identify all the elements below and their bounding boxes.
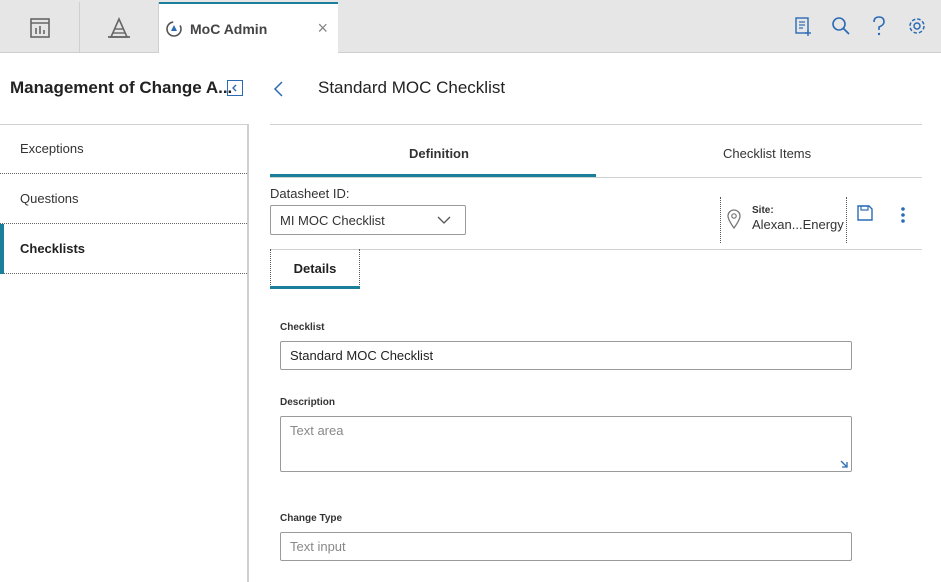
moc-admin-icon — [166, 21, 182, 37]
tab-label: MoC Admin — [190, 21, 268, 37]
active-tab-indicator — [270, 286, 360, 289]
nav-item-label: Checklists — [20, 241, 86, 256]
hierarchy-tab[interactable] — [79, 2, 159, 53]
checklist-label: Checklist — [280, 322, 325, 333]
top-bar: MoC Admin × — [0, 0, 941, 54]
hierarchy-icon — [107, 16, 130, 38]
search-icon[interactable] — [831, 14, 851, 38]
description-label: Description — [280, 397, 336, 408]
change-type-field[interactable]: Text input — [280, 532, 852, 561]
chevron-left-icon — [232, 84, 237, 92]
change-type-placeholder: Text input — [290, 539, 346, 554]
resize-handle-icon[interactable] — [839, 459, 849, 469]
site-label: Site: — [752, 205, 774, 216]
left-nav: Exceptions Questions Checklists — [0, 124, 249, 582]
collapse-panel-button[interactable] — [227, 80, 243, 96]
dashboard-icon — [29, 17, 50, 38]
checklist-value: Standard MOC Checklist — [290, 348, 434, 363]
datasheet-select[interactable]: MI MOC Checklist — [270, 205, 466, 235]
close-icon[interactable]: × — [317, 19, 328, 37]
tab-details[interactable]: Details — [270, 249, 360, 289]
description-field[interactable]: Text area — [280, 416, 852, 472]
nav-item-label: Exceptions — [20, 141, 84, 156]
tab-definition[interactable]: Definition — [409, 146, 469, 161]
change-type-label: Change Type — [280, 513, 343, 524]
tab-checklist-items[interactable]: Checklist Items — [723, 146, 811, 161]
location-pin-icon — [727, 209, 741, 229]
tab-moc-admin[interactable]: MoC Admin × — [159, 2, 338, 54]
datasheet-value: MI MOC Checklist — [280, 212, 385, 228]
nav-item-questions[interactable]: Questions — [0, 174, 247, 224]
gear-icon[interactable] — [907, 14, 927, 38]
site-value: Alexan...Energy — [752, 217, 844, 232]
nav-item-label: Questions — [20, 191, 79, 206]
back-arrow-icon[interactable] — [272, 80, 286, 98]
divider — [270, 249, 922, 250]
more-options-icon[interactable] — [900, 206, 906, 224]
dashboard-tab[interactable] — [0, 2, 80, 53]
divider — [270, 124, 922, 125]
checklist-add-icon[interactable] — [793, 14, 813, 38]
datasheet-label: Datasheet ID: — [270, 186, 350, 201]
description-placeholder: Text area — [290, 423, 344, 438]
save-icon[interactable] — [857, 205, 873, 221]
site-selector[interactable]: Site: Alexan...Energy — [720, 197, 847, 243]
divider — [270, 177, 922, 178]
page-title: Management of Change A... — [10, 78, 233, 97]
record-title: Standard MOC Checklist — [318, 78, 506, 97]
help-icon[interactable] — [869, 14, 889, 38]
chevron-down-icon — [437, 216, 451, 224]
nav-item-exceptions[interactable]: Exceptions — [0, 124, 247, 174]
nav-item-checklists[interactable]: Checklists — [0, 224, 247, 274]
checklist-field[interactable]: Standard MOC Checklist — [280, 341, 852, 370]
